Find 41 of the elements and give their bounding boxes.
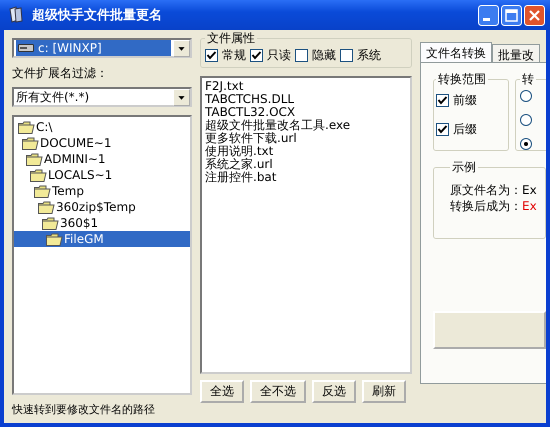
group-title: 文件属性	[206, 30, 256, 47]
folder-item[interactable]: DOCUME~1	[14, 135, 190, 151]
filter-combo[interactable]: 所有文件(*.*)	[12, 87, 192, 107]
group-title: 转	[521, 71, 535, 88]
file-item[interactable]: 更多软件下载.url	[205, 132, 407, 145]
file-item[interactable]: 注册控件.bat	[205, 171, 407, 184]
example-value: Ex	[522, 183, 537, 197]
file-item[interactable]: 超级文件批量改名工具.exe	[205, 119, 407, 132]
action-button[interactable]: 反选	[312, 380, 356, 403]
file-item[interactable]: TABCTCHS.DLL	[205, 93, 407, 106]
window-title: 超级快手文件批量更名	[32, 6, 163, 24]
hint-text: 快速转到要修改文件名的路径	[12, 402, 156, 417]
folder-item[interactable]: C:\	[14, 119, 190, 135]
file-item[interactable]: 系统之家.url	[205, 158, 407, 171]
folder-item[interactable]: Temp	[14, 183, 190, 199]
attribute-checkbox[interactable]: 常规	[205, 47, 246, 64]
folder-item[interactable]: 360$1	[14, 215, 190, 231]
group-title: 示例	[451, 159, 477, 176]
action-button[interactable]: 全选	[200, 380, 244, 403]
folder-item[interactable]: LOCALS~1	[14, 167, 190, 183]
scope-checkbox[interactable]: 前缀	[436, 92, 506, 109]
attribute-checkbox[interactable]: 系统	[340, 47, 381, 64]
attribute-checkbox[interactable]: 只读	[250, 47, 291, 64]
group-title: 转换范围	[437, 71, 487, 88]
action-button[interactable]: 刷新	[362, 380, 406, 403]
attribute-checkbox[interactable]: 隐藏	[295, 47, 336, 64]
example-label: 原文件名为：	[450, 183, 522, 197]
folder-item[interactable]: 360zip$Temp	[14, 199, 190, 215]
drive-combo[interactable]: c: [WINXP]	[12, 38, 192, 58]
tab[interactable]: 文件名转换	[420, 42, 492, 62]
action-button[interactable]: 全不选	[250, 380, 306, 403]
folder-item[interactable]: FileGM	[14, 231, 190, 247]
example-label: 转换后成为：	[450, 199, 522, 213]
folder-item[interactable]: ADMINI~1	[14, 151, 190, 167]
file-item[interactable]: F2J.txt	[205, 80, 407, 93]
file-item[interactable]: 使用说明.txt	[205, 145, 407, 158]
scope-checkbox[interactable]: 后缀	[436, 121, 506, 138]
example-value: Ex	[522, 199, 537, 213]
tab[interactable]: 批量改	[492, 44, 540, 62]
file-item[interactable]: TABCTL32.OCX	[205, 106, 407, 119]
filter-label: 文件扩展名过滤：	[12, 65, 109, 82]
